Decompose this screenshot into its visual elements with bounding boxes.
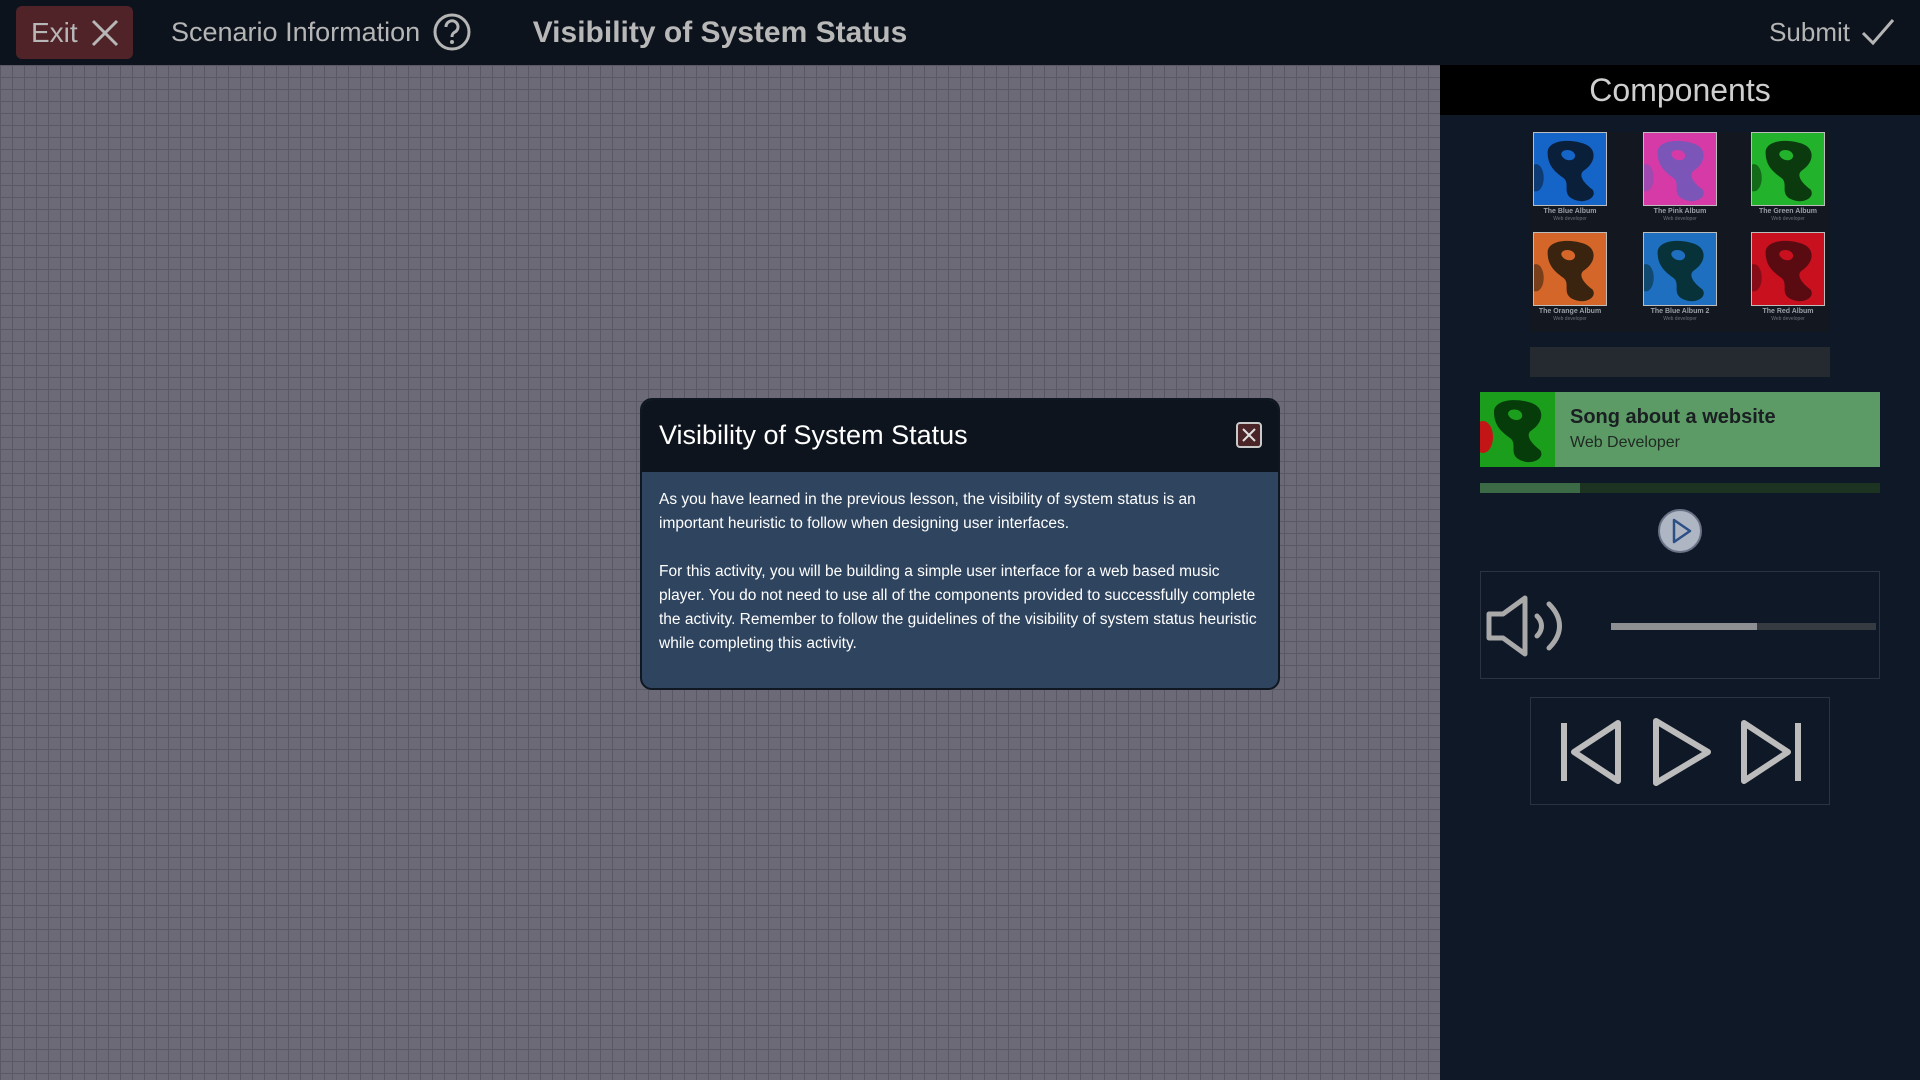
now-playing-title: Song about a website: [1570, 406, 1776, 428]
scenario-label: Scenario Information: [171, 16, 421, 47]
album-title: The Pink Album: [1653, 208, 1707, 215]
album-tile[interactable]: The Blue Album 2 Web developer: [1640, 232, 1720, 322]
album-grid-component[interactable]: The Blue Album Web developer The Pink Albu…: [1530, 132, 1830, 332]
album-title: The Blue Album: [1543, 208, 1597, 215]
skip-previous-icon[interactable]: [1556, 713, 1626, 791]
play-icon[interactable]: [1646, 713, 1716, 791]
modal-body: As you have learned in the previous less…: [642, 472, 1278, 656]
modal-paragraph-2: For this activity, you will be building …: [659, 563, 1257, 652]
modal-close-button[interactable]: [1236, 422, 1262, 448]
album-tile[interactable]: The Green Album Web developer: [1748, 132, 1828, 222]
album-artist: Web developer: [1663, 216, 1697, 222]
album-title: The Green Album: [1758, 208, 1818, 215]
submit-label: Submit: [1769, 16, 1850, 47]
components-header: Components: [1440, 65, 1920, 115]
album-cover: [1533, 132, 1607, 206]
transport-controls-component[interactable]: [1530, 697, 1830, 805]
progress-fill: [1480, 483, 1580, 493]
play-button-component[interactable]: [1657, 508, 1703, 554]
modal-header: Visibility of System Status: [642, 400, 1278, 472]
progress-bar-component[interactable]: [1480, 483, 1880, 493]
now-playing-artist: Web Developer: [1570, 434, 1680, 451]
album-artist: Web developer: [1553, 216, 1587, 222]
exit-button[interactable]: Exit: [16, 6, 133, 59]
album-cover: [1643, 232, 1717, 306]
album-title: The Red Album: [1762, 308, 1814, 315]
modal-title: Visibility of System Status: [659, 420, 968, 450]
album-artist: Web developer: [1771, 316, 1805, 322]
now-playing-cover: [1480, 392, 1555, 467]
close-icon: [1242, 428, 1256, 442]
album-cover: [1751, 132, 1825, 206]
album-tile[interactable]: The Blue Album Web developer: [1530, 132, 1610, 222]
album-tile[interactable]: The Orange Album Web developer: [1530, 232, 1610, 322]
info-modal: Visibility of System Status As you have …: [640, 398, 1280, 690]
speaker-icon: [1486, 595, 1562, 657]
help-icon: [433, 13, 471, 51]
checkmark-icon: [1861, 19, 1895, 46]
close-icon: [91, 19, 119, 47]
album-tile[interactable]: The Red Album Web developer: [1748, 232, 1828, 322]
album-title: The Blue Album 2: [1650, 308, 1710, 315]
components-panel: Components The Blue Album Web developer Th…: [1440, 65, 1920, 1080]
album-cover: [1751, 232, 1825, 306]
album-cover: [1643, 132, 1717, 206]
modal-paragraph-1: As you have learned in the previous less…: [659, 491, 1196, 532]
album-artist: Web developer: [1553, 316, 1587, 322]
top-bar: Exit Scenario Information Visibility of …: [0, 0, 1920, 65]
album-tile[interactable]: The Pink Album Web developer: [1640, 132, 1720, 222]
volume-slider[interactable]: [1611, 623, 1876, 630]
album-artist: Web developer: [1663, 316, 1697, 322]
submit-button[interactable]: Submit: [1769, 8, 1896, 56]
now-playing-component[interactable]: Song about a website Web Developer: [1480, 392, 1880, 467]
album-title: The Orange Album: [1538, 308, 1602, 315]
skip-next-icon[interactable]: [1736, 713, 1806, 791]
volume-fill: [1611, 623, 1757, 630]
empty-bar-component[interactable]: [1530, 347, 1830, 377]
album-cover: [1533, 232, 1607, 306]
scenario-information-button[interactable]: Scenario Information: [171, 8, 472, 56]
album-artist: Web developer: [1771, 216, 1805, 222]
volume-component[interactable]: [1480, 571, 1880, 679]
exit-label: Exit: [31, 16, 78, 48]
